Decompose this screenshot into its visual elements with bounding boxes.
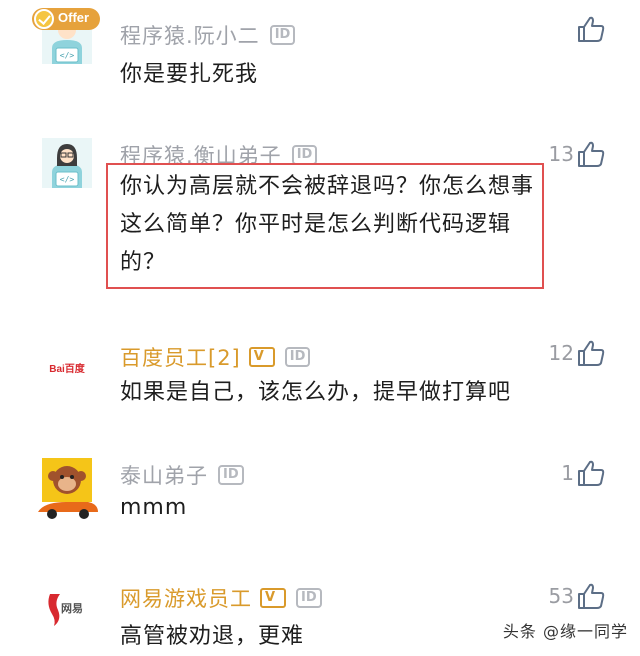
like-button[interactable]: [574, 14, 606, 44]
thumbs-up-icon: [578, 460, 605, 486]
like-count: 12: [548, 341, 574, 365]
comment-item: 网易 网易游戏员工 V ID 高管被劝退，更难 53: [0, 570, 640, 656]
watermark: 头条 @缘一同学: [502, 622, 628, 641]
comment-text: 如果是自己，该怎么办，提早做打算吧: [120, 380, 512, 405]
netease-logo-icon: 网易: [42, 580, 92, 630]
avatar[interactable]: [36, 458, 100, 522]
like-button[interactable]: 12: [549, 338, 606, 368]
like-count: 1: [561, 461, 574, 485]
programmer-avatar-icon: </>: [42, 138, 92, 188]
avatar[interactable]: 网易: [42, 580, 92, 630]
comment-text: 高管被劝退，更难: [120, 624, 305, 649]
like-button[interactable]: 53: [549, 581, 606, 611]
id-badge: ID: [284, 347, 311, 367]
svg-text:</>: </>: [60, 175, 75, 184]
comment-text: mmm: [120, 495, 188, 520]
svg-text:网易: 网易: [61, 602, 83, 615]
comment-item: </> Offer 程序猿.阮小二 ID 你是要扎死我: [0, 0, 640, 110]
monkey-car-avatar-icon: [38, 458, 98, 519]
id-badge: ID: [218, 465, 244, 485]
id-badge: ID: [296, 588, 322, 608]
like-count: 13: [548, 142, 574, 166]
id-badge: ID: [269, 25, 296, 45]
thumbs-up-icon: [578, 340, 605, 366]
avatar[interactable]: Bai百度: [42, 340, 92, 390]
verified-icon: V: [248, 347, 275, 367]
svg-text:Bai百度: Bai百度: [49, 362, 86, 375]
thumbs-up-icon: [578, 16, 605, 42]
like-button[interactable]: 13: [549, 139, 606, 169]
like-count: 53: [548, 584, 574, 608]
highlight-box: [106, 163, 544, 289]
svg-text:</>: </>: [60, 51, 75, 60]
like-button[interactable]: 1: [561, 458, 606, 488]
check-icon: [34, 9, 54, 29]
comment-item: 泰山弟子 ID mmm 1: [0, 450, 640, 560]
id-badge: ID: [291, 145, 318, 165]
username[interactable]: 网易游戏员工 V ID: [120, 583, 322, 613]
avatar[interactable]: </>: [42, 138, 92, 188]
username[interactable]: 泰山弟子 ID: [120, 460, 244, 490]
baidu-logo-icon: Bai百度: [42, 340, 92, 390]
comment-text: 你是要扎死我: [120, 62, 259, 87]
thumbs-up-icon: [578, 583, 605, 609]
thumbs-up-icon: [578, 141, 605, 167]
comment-item: Bai百度 百度员工[2] V ID 如果是自己，该怎么办，提早做打算吧 12: [0, 330, 640, 440]
offer-badge: Offer: [32, 8, 100, 30]
username[interactable]: 百度员工[2] V ID: [120, 342, 311, 372]
verified-icon: V: [260, 588, 286, 608]
username[interactable]: 程序猿.阮小二 ID: [120, 20, 296, 50]
